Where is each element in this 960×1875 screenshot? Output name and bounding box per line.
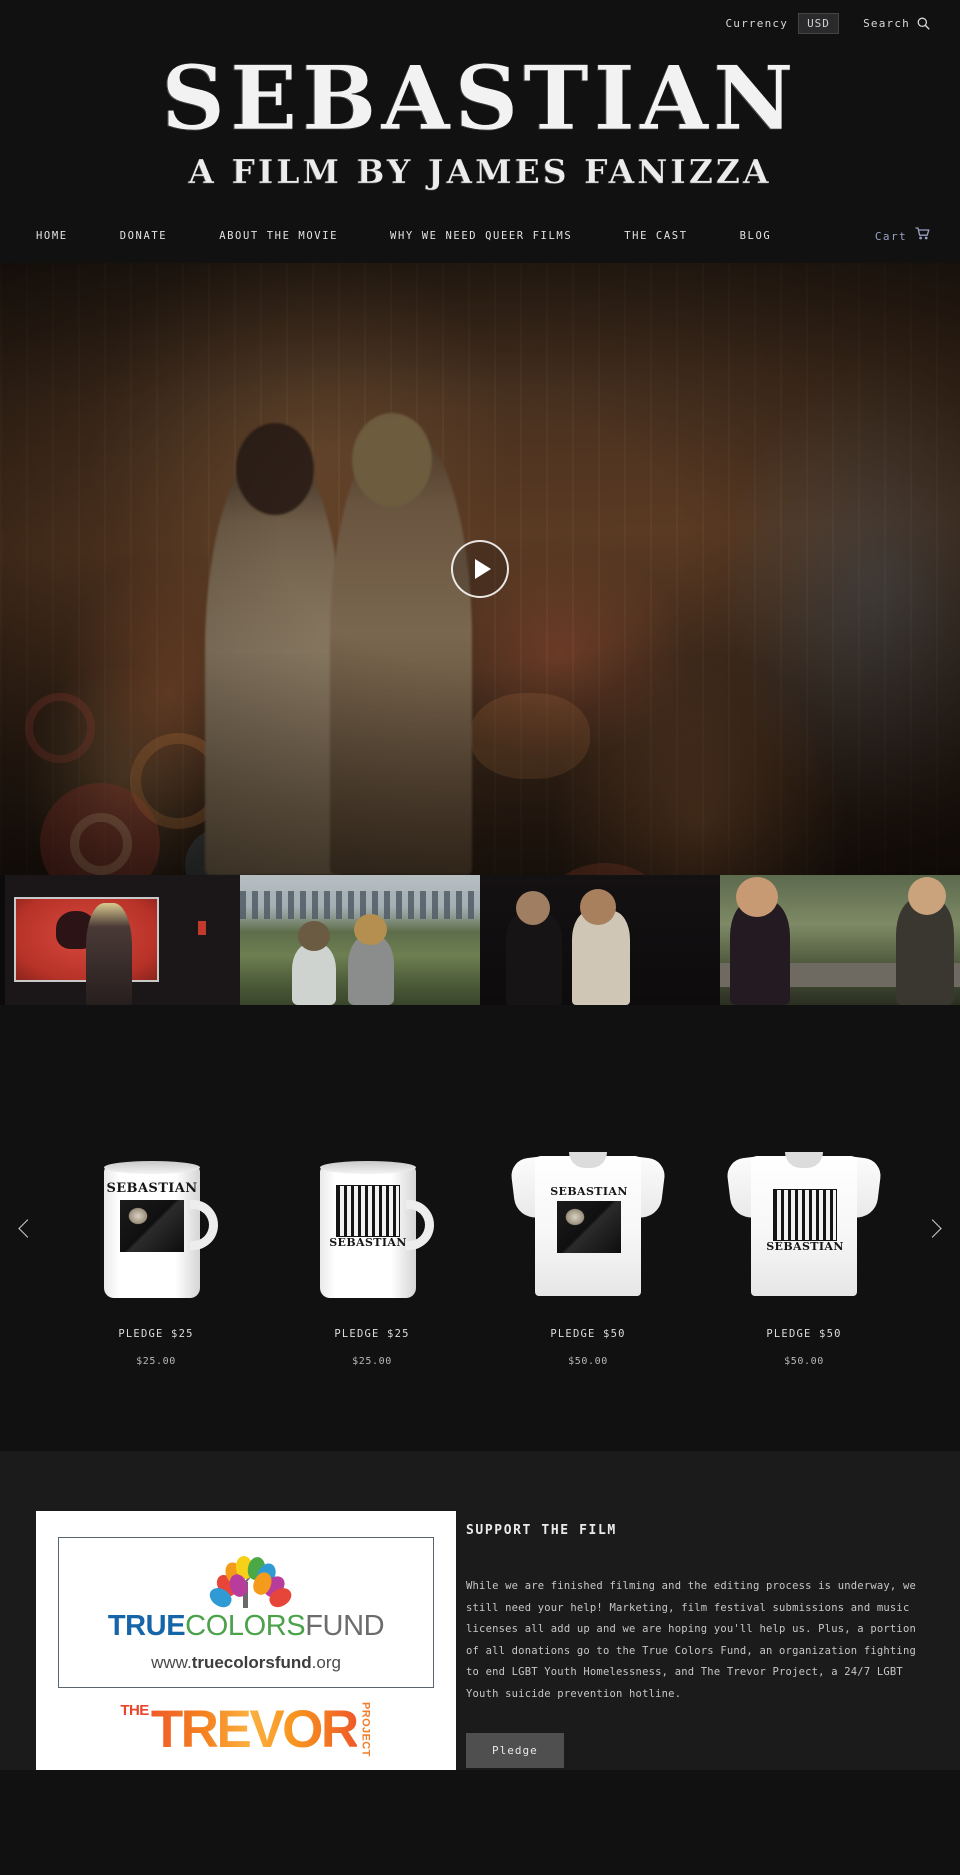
trevor-project-logo: THE TREVOR PROJECT xyxy=(58,1698,434,1760)
utility-bar: Currency USD Search xyxy=(0,0,960,46)
search-label: Search xyxy=(863,16,910,30)
tree-icon xyxy=(200,1555,295,1612)
masthead: SEBASTIAN A FILM BY JAMES FANIZZA xyxy=(0,46,960,209)
product-image: SEBASTIAN xyxy=(48,1123,264,1299)
support-heading: SUPPORT THE FILM xyxy=(466,1523,617,1539)
product-title: PLEDGE $50 xyxy=(550,1328,626,1341)
product-card[interactable]: SEBASTIAN PLEDGE $50 $50.00 xyxy=(480,1123,696,1367)
nav-item-blog[interactable]: BLOG xyxy=(714,230,798,242)
product-list: SEBASTIAN PLEDGE $25 $25.00 SEBASTIAN PL… xyxy=(0,1123,960,1367)
product-title: PLEDGE $25 xyxy=(334,1328,410,1341)
product-price: $25.00 xyxy=(136,1356,176,1368)
video-thumbnail-1[interactable] xyxy=(0,875,240,1006)
nav-item-queerfilms[interactable]: WHY WE NEED QUEER FILMS xyxy=(364,230,598,242)
currency-select[interactable]: USD xyxy=(798,12,840,34)
logo-word-fund: FUND xyxy=(305,1610,385,1643)
main-navigation: HOME DONATE ABOUT THE MOVIE WHY WE NEED … xyxy=(0,209,960,263)
currency-label: Currency xyxy=(725,16,789,30)
mug-graphic: SEBASTIAN xyxy=(104,1161,218,1299)
chevron-left-icon[interactable] xyxy=(8,1211,42,1245)
cart-label: Cart xyxy=(874,229,907,243)
tshirt-graphic: SEBASTIAN xyxy=(509,1138,667,1298)
support-logos: TRUECOLORSFUND www.truecolorsfund.org TH… xyxy=(0,1511,460,1771)
video-thumbnail-strip xyxy=(0,875,960,1006)
site-title[interactable]: SEBASTIAN xyxy=(0,51,960,144)
nav-links: HOME DONATE ABOUT THE MOVIE WHY WE NEED … xyxy=(30,230,797,242)
video-thumbnail-4[interactable] xyxy=(720,875,960,1006)
mug-graphic: SEBASTIAN xyxy=(320,1161,434,1299)
chevron-right-icon[interactable] xyxy=(918,1211,952,1245)
hero-video-player[interactable] xyxy=(0,263,960,876)
support-content: SUPPORT THE FILM While we are finished f… xyxy=(460,1511,960,1770)
product-price: $50.00 xyxy=(784,1356,824,1368)
product-title: PLEDGE $50 xyxy=(766,1328,842,1341)
cart-button[interactable]: Cart xyxy=(875,227,930,245)
true-colors-fund-logo: TRUECOLORSFUND www.truecolorsfund.org xyxy=(58,1537,434,1689)
url-suffix: .org xyxy=(311,1653,341,1673)
nav-item-about[interactable]: ABOUT THE MOVIE xyxy=(193,230,364,242)
product-art-word: SEBASTIAN xyxy=(550,1185,628,1199)
nav-item-home[interactable]: HOME xyxy=(30,230,94,242)
product-carousel: SEBASTIAN PLEDGE $25 $25.00 SEBASTIAN PL… xyxy=(0,1005,960,1452)
product-art-word: SEBASTIAN xyxy=(329,1236,407,1250)
product-image: SEBASTIAN xyxy=(696,1123,912,1298)
product-image: SEBASTIAN xyxy=(264,1123,480,1299)
shopping-cart-icon xyxy=(915,227,930,245)
product-art-word: SEBASTIAN xyxy=(106,1181,198,1197)
tshirt-graphic: SEBASTIAN xyxy=(725,1138,883,1298)
pledge-button[interactable]: Pledge xyxy=(466,1733,564,1769)
product-card[interactable]: SEBASTIAN PLEDGE $50 $50.00 xyxy=(696,1123,912,1367)
logo-word-colors: COLORS xyxy=(185,1610,306,1643)
video-thumbnail-3[interactable] xyxy=(480,875,720,1006)
logo-word-true: TRUE xyxy=(107,1610,186,1643)
trevor-the-text: THE xyxy=(120,1702,149,1720)
charity-logo-card: TRUECOLORSFUND www.truecolorsfund.org TH… xyxy=(36,1511,456,1771)
product-card[interactable]: SEBASTIAN PLEDGE $25 $25.00 xyxy=(264,1123,480,1367)
product-price: $50.00 xyxy=(568,1356,608,1368)
product-price: $25.00 xyxy=(352,1356,392,1368)
product-title: PLEDGE $25 xyxy=(118,1328,194,1341)
product-card[interactable]: SEBASTIAN PLEDGE $25 $25.00 xyxy=(48,1123,264,1367)
url-main: truecolorsfund xyxy=(191,1653,312,1673)
url-prefix: www. xyxy=(151,1653,192,1673)
product-image: SEBASTIAN xyxy=(480,1123,696,1298)
charity-url: www.truecolorsfund.org xyxy=(69,1653,423,1673)
product-art-word: SEBASTIAN xyxy=(766,1240,844,1254)
play-triangle xyxy=(474,559,491,580)
nav-item-donate[interactable]: DONATE xyxy=(94,230,194,242)
search-button[interactable]: Search xyxy=(863,17,930,30)
support-section: TRUECOLORSFUND www.truecolorsfund.org TH… xyxy=(0,1451,960,1771)
nav-item-cast[interactable]: THE CAST xyxy=(598,230,713,242)
play-icon[interactable] xyxy=(451,540,509,599)
support-body-text: While we are finished filming and the ed… xyxy=(466,1580,916,1700)
trevor-main-text: TREVOR xyxy=(150,1699,359,1759)
video-thumbnail-2[interactable] xyxy=(240,875,480,1006)
search-icon xyxy=(917,17,930,30)
trevor-project-text: PROJECT xyxy=(359,1702,372,1757)
site-subtitle: A FILM BY JAMES FANIZZA xyxy=(188,152,772,192)
